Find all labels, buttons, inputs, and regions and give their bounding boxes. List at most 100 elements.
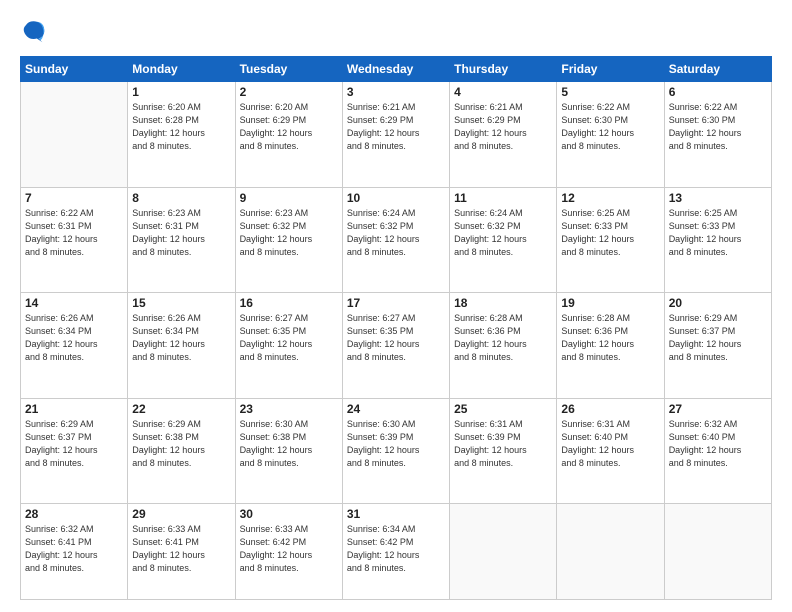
- day-info: Sunrise: 6:29 AMSunset: 6:38 PMDaylight:…: [132, 418, 230, 470]
- calendar-cell: 26Sunrise: 6:31 AMSunset: 6:40 PMDayligh…: [557, 398, 664, 504]
- day-info: Sunrise: 6:29 AMSunset: 6:37 PMDaylight:…: [25, 418, 123, 470]
- calendar-cell: 24 Sunrise: 6:30 AMSunset: 6:39 PMDayligh…: [342, 398, 449, 504]
- day-number: 4: [454, 85, 552, 99]
- day-info: Sunrise: 6:27 AMSunset: 6:35 PMDaylight:…: [347, 312, 445, 364]
- day-info: Sunrise: 6:33 AMSunset: 6:42 PMDaylight:…: [240, 523, 338, 575]
- logo: [20, 18, 52, 46]
- day-info: Sunrise: 6:21 AMSunset: 6:29 PMDaylight:…: [347, 101, 445, 153]
- day-number: 25: [454, 402, 552, 416]
- day-number: 16: [240, 296, 338, 310]
- calendar-cell: 27 Sunrise: 6:32 AMSunset: 6:40 PMDayligh…: [664, 398, 771, 504]
- day-number: 31: [347, 507, 445, 521]
- page: SundayMondayTuesdayWednesdayThursdayFrid…: [0, 0, 792, 612]
- weekday-header-friday: Friday: [557, 57, 664, 82]
- calendar-cell: 4 Sunrise: 6:21 AMSunset: 6:29 PMDaylight…: [450, 82, 557, 188]
- day-info: Sunrise: 6:26 AMSunset: 6:34 PMDaylight:…: [132, 312, 230, 364]
- day-number: 10: [347, 191, 445, 205]
- day-info: Sunrise: 6:27 AMSunset: 6:35 PMDaylight:…: [240, 312, 338, 364]
- day-number: 5: [561, 85, 659, 99]
- day-number: 1: [132, 85, 230, 99]
- day-number: 3: [347, 85, 445, 99]
- calendar-cell: 2 Sunrise: 6:20 AMSunset: 6:29 PMDaylight…: [235, 82, 342, 188]
- weekday-header-sunday: Sunday: [21, 57, 128, 82]
- day-info: Sunrise: 6:22 AMSunset: 6:31 PMDaylight:…: [25, 207, 123, 259]
- day-info: Sunrise: 6:23 AMSunset: 6:32 PMDaylight:…: [240, 207, 338, 259]
- calendar-cell: [557, 504, 664, 600]
- day-info: Sunrise: 6:22 AMSunset: 6:30 PMDaylight:…: [561, 101, 659, 153]
- calendar-cell: 17 Sunrise: 6:27 AMSunset: 6:35 PMDayligh…: [342, 293, 449, 399]
- day-number: 29: [132, 507, 230, 521]
- calendar-cell: 31 Sunrise: 6:34 AMSunset: 6:42 PMDayligh…: [342, 504, 449, 600]
- day-info: Sunrise: 6:29 AMSunset: 6:37 PMDaylight:…: [669, 312, 767, 364]
- day-number: 6: [669, 85, 767, 99]
- calendar-cell: 14Sunrise: 6:26 AMSunset: 6:34 PMDayligh…: [21, 293, 128, 399]
- day-info: Sunrise: 6:25 AMSunset: 6:33 PMDaylight:…: [669, 207, 767, 259]
- weekday-header-saturday: Saturday: [664, 57, 771, 82]
- calendar-cell: 6 Sunrise: 6:22 AMSunset: 6:30 PMDaylight…: [664, 82, 771, 188]
- day-number: 28: [25, 507, 123, 521]
- day-number: 7: [25, 191, 123, 205]
- calendar-cell: 16 Sunrise: 6:27 AMSunset: 6:35 PMDayligh…: [235, 293, 342, 399]
- calendar-cell: 19 Sunrise: 6:28 AMSunset: 6:36 PMDayligh…: [557, 293, 664, 399]
- day-info: Sunrise: 6:28 AMSunset: 6:36 PMDaylight:…: [561, 312, 659, 364]
- week-row-1: 1 Sunrise: 6:20 AMSunset: 6:28 PMDaylight…: [21, 82, 772, 188]
- day-info: Sunrise: 6:20 AMSunset: 6:29 PMDaylight:…: [240, 101, 338, 153]
- day-number: 19: [561, 296, 659, 310]
- calendar-cell: 1 Sunrise: 6:20 AMSunset: 6:28 PMDaylight…: [128, 82, 235, 188]
- day-number: 11: [454, 191, 552, 205]
- day-number: 14: [25, 296, 123, 310]
- calendar-cell: 18 Sunrise: 6:28 AMSunset: 6:36 PMDayligh…: [450, 293, 557, 399]
- day-info: Sunrise: 6:32 AMSunset: 6:41 PMDaylight:…: [25, 523, 123, 575]
- day-number: 21: [25, 402, 123, 416]
- calendar-cell: 7 Sunrise: 6:22 AMSunset: 6:31 PMDaylight…: [21, 187, 128, 293]
- weekday-header-wednesday: Wednesday: [342, 57, 449, 82]
- day-info: Sunrise: 6:30 AMSunset: 6:39 PMDaylight:…: [347, 418, 445, 470]
- calendar-cell: 3 Sunrise: 6:21 AMSunset: 6:29 PMDaylight…: [342, 82, 449, 188]
- day-info: Sunrise: 6:24 AMSunset: 6:32 PMDaylight:…: [347, 207, 445, 259]
- day-info: Sunrise: 6:22 AMSunset: 6:30 PMDaylight:…: [669, 101, 767, 153]
- day-info: Sunrise: 6:20 AMSunset: 6:28 PMDaylight:…: [132, 101, 230, 153]
- day-info: Sunrise: 6:31 AMSunset: 6:40 PMDaylight:…: [561, 418, 659, 470]
- weekday-header-thursday: Thursday: [450, 57, 557, 82]
- calendar-cell: 28 Sunrise: 6:32 AMSunset: 6:41 PMDayligh…: [21, 504, 128, 600]
- calendar-table: SundayMondayTuesdayWednesdayThursdayFrid…: [20, 56, 772, 600]
- day-info: Sunrise: 6:28 AMSunset: 6:36 PMDaylight:…: [454, 312, 552, 364]
- day-number: 27: [669, 402, 767, 416]
- day-number: 12: [561, 191, 659, 205]
- day-number: 17: [347, 296, 445, 310]
- calendar-cell: 5 Sunrise: 6:22 AMSunset: 6:30 PMDaylight…: [557, 82, 664, 188]
- day-info: Sunrise: 6:33 AMSunset: 6:41 PMDaylight:…: [132, 523, 230, 575]
- weekday-header-row: SundayMondayTuesdayWednesdayThursdayFrid…: [21, 57, 772, 82]
- day-info: Sunrise: 6:24 AMSunset: 6:32 PMDaylight:…: [454, 207, 552, 259]
- calendar-cell: 21 Sunrise: 6:29 AMSunset: 6:37 PMDayligh…: [21, 398, 128, 504]
- day-info: Sunrise: 6:25 AMSunset: 6:33 PMDaylight:…: [561, 207, 659, 259]
- day-info: Sunrise: 6:32 AMSunset: 6:40 PMDaylight:…: [669, 418, 767, 470]
- day-info: Sunrise: 6:21 AMSunset: 6:29 PMDaylight:…: [454, 101, 552, 153]
- day-number: 22: [132, 402, 230, 416]
- calendar-cell: [664, 504, 771, 600]
- day-number: 24: [347, 402, 445, 416]
- calendar-cell: [450, 504, 557, 600]
- day-info: Sunrise: 6:23 AMSunset: 6:31 PMDaylight:…: [132, 207, 230, 259]
- week-row-3: 14 Sunrise: 6:26 AMSunset: 6:34 PMDayligh…: [21, 293, 772, 399]
- calendar-cell: 9Sunrise: 6:23 AMSunset: 6:32 PMDaylight…: [235, 187, 342, 293]
- calendar-cell: 12 Sunrise: 6:25 AMSunset: 6:33 PMDayligh…: [557, 187, 664, 293]
- day-number: 23: [240, 402, 338, 416]
- calendar-cell: 23Sunrise: 6:30 AMSunset: 6:38 PMDayligh…: [235, 398, 342, 504]
- calendar-cell: 20Sunrise: 6:29 AMSunset: 6:37 PMDayligh…: [664, 293, 771, 399]
- day-number: 18: [454, 296, 552, 310]
- day-number: 13: [669, 191, 767, 205]
- day-number: 2: [240, 85, 338, 99]
- week-row-5: 28 Sunrise: 6:32 AMSunset: 6:41 PMDayligh…: [21, 504, 772, 600]
- week-row-2: 7 Sunrise: 6:22 AMSunset: 6:31 PMDaylight…: [21, 187, 772, 293]
- day-number: 30: [240, 507, 338, 521]
- week-row-4: 21 Sunrise: 6:29 AMSunset: 6:37 PMDayligh…: [21, 398, 772, 504]
- weekday-header-tuesday: Tuesday: [235, 57, 342, 82]
- calendar-cell: 29 Sunrise: 6:33 AMSunset: 6:41 PMDayligh…: [128, 504, 235, 600]
- calendar-cell: 22 Sunrise: 6:29 AMSunset: 6:38 PMDayligh…: [128, 398, 235, 504]
- day-info: Sunrise: 6:34 AMSunset: 6:42 PMDaylight:…: [347, 523, 445, 575]
- day-number: 15: [132, 296, 230, 310]
- day-info: Sunrise: 6:31 AMSunset: 6:39 PMDaylight:…: [454, 418, 552, 470]
- logo-icon: [20, 18, 48, 46]
- day-number: 8: [132, 191, 230, 205]
